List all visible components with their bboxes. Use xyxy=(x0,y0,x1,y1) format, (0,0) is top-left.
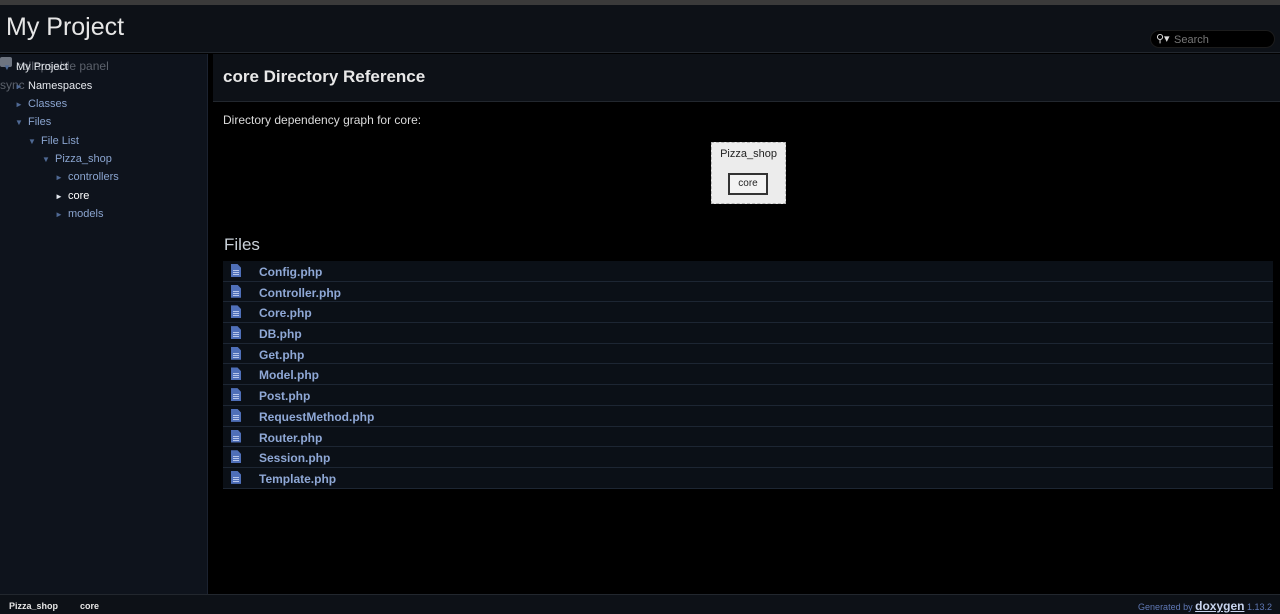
table-row: Controller.php xyxy=(223,281,1273,303)
file-icon xyxy=(231,346,241,360)
file-icon xyxy=(231,408,241,422)
generated-by: Generated by doxygen 1.13.2 xyxy=(1138,599,1272,613)
sidebar-item-classes[interactable]: ► Classes xyxy=(15,97,67,111)
collapse-arrow-icon[interactable]: ► xyxy=(55,208,68,222)
sidebar-item-label[interactable]: core xyxy=(68,190,89,202)
expand-arrow-icon[interactable]: ▼ xyxy=(28,135,41,149)
search-icon[interactable]: ⚲▾ xyxy=(1156,32,1170,45)
files-heading: Files xyxy=(224,235,260,254)
file-icon xyxy=(231,305,241,319)
graph-node-pizza-shop[interactable]: Pizza_shop xyxy=(712,148,785,160)
collapse-arrow-icon[interactable]: ► xyxy=(15,80,28,94)
file-icon xyxy=(231,388,241,402)
table-row: Router.php xyxy=(223,426,1273,448)
sidebar-item-controllers[interactable]: ► controllers xyxy=(55,170,119,184)
table-row: Template.php xyxy=(223,467,1273,489)
collapse-arrow-icon[interactable]: ► xyxy=(55,190,68,204)
sidebar-item-label[interactable]: File List xyxy=(41,135,79,147)
file-link[interactable]: Config.php xyxy=(259,265,322,279)
file-icon xyxy=(231,450,241,464)
dependency-graph-label: Directory dependency graph for core: xyxy=(223,113,422,127)
table-row: Model.php xyxy=(223,364,1273,386)
table-row: Get.php xyxy=(223,343,1273,365)
sidebar-item-pizza-shop[interactable]: ▼ Pizza_shop xyxy=(42,152,112,166)
sidebar-item-models[interactable]: ► models xyxy=(55,207,103,221)
table-row: Session.php xyxy=(223,447,1273,468)
expand-arrow-icon[interactable]: ▼ xyxy=(42,153,55,167)
file-icon xyxy=(231,264,241,277)
file-icon xyxy=(231,326,241,340)
sidebar-item-label[interactable]: Namespaces xyxy=(28,80,92,92)
expand-arrow-icon[interactable]: ▼ xyxy=(15,116,28,130)
generated-by-label: Generated by xyxy=(1138,602,1193,612)
sidebar-item-label[interactable]: Files xyxy=(28,116,51,128)
table-row: RequestMethod.php xyxy=(223,405,1273,427)
search-box[interactable]: ⚲▾ xyxy=(1150,30,1275,48)
sidebar-item-namespaces[interactable]: ► Namespaces xyxy=(15,79,92,93)
expand-arrow-icon[interactable]: ▼ xyxy=(3,61,16,75)
file-link[interactable]: Core.php xyxy=(259,306,312,320)
file-link[interactable]: RequestMethod.php xyxy=(259,410,374,424)
sidebar-item-file-list[interactable]: ▼ File List xyxy=(28,134,79,148)
file-link[interactable]: Router.php xyxy=(259,431,322,445)
sidebar-item-label[interactable]: controllers xyxy=(68,171,119,183)
title-area: My Project ⚲▾ xyxy=(0,5,1280,53)
graph-node-core[interactable]: core xyxy=(728,173,768,195)
file-link[interactable]: DB.php xyxy=(259,327,302,341)
file-link[interactable]: Post.php xyxy=(259,389,310,403)
collapse-arrow-icon[interactable]: ► xyxy=(15,98,28,112)
page-title: core Directory Reference xyxy=(223,67,426,86)
table-row: Post.php xyxy=(223,385,1273,406)
sidebar-item-label[interactable]: Classes xyxy=(28,98,67,110)
file-icon xyxy=(231,367,241,381)
file-link[interactable]: Get.php xyxy=(259,348,304,362)
collapse-arrow-icon[interactable]: ► xyxy=(55,171,68,185)
sidebar-item-files[interactable]: ▼ Files xyxy=(15,115,51,129)
file-link[interactable]: Model.php xyxy=(259,368,319,382)
file-link[interactable]: Template.php xyxy=(259,472,336,486)
sidebar: collapsable panel sync ▼ My Project ► Name… xyxy=(0,54,208,594)
file-icon xyxy=(231,470,241,484)
sidebar-item-core[interactable]: ► core xyxy=(55,189,89,203)
breadcrumb-pizza-shop[interactable]: Pizza_shop xyxy=(9,601,58,611)
project-name: My Project xyxy=(6,13,125,41)
file-icon xyxy=(231,429,241,443)
breadcrumb-core[interactable]: core xyxy=(80,601,99,611)
file-link[interactable]: Controller.php xyxy=(259,286,341,300)
sidebar-item-label[interactable]: models xyxy=(68,208,103,220)
search-input[interactable] xyxy=(1174,33,1269,46)
footer-navpath: Pizza_shop core Generated by doxygen 1.1… xyxy=(0,594,1280,614)
files-list: Config.php Controller.php Core.php DB.ph… xyxy=(223,261,1273,489)
doxygen-version: 1.13.2 xyxy=(1246,602,1272,612)
table-row: Core.php xyxy=(223,302,1273,324)
file-icon xyxy=(231,284,241,298)
page-header: core Directory Reference xyxy=(213,54,1280,102)
dependency-graph: Pizza_shop core xyxy=(711,142,786,204)
table-row: Config.php xyxy=(223,261,1273,282)
table-row: DB.php xyxy=(223,323,1273,344)
sidebar-item-my-project[interactable]: ▼ My Project xyxy=(3,60,68,74)
sidebar-item-label[interactable]: My Project xyxy=(16,61,68,73)
file-link[interactable]: Session.php xyxy=(259,451,330,465)
doxygen-logo[interactable]: doxygen xyxy=(1195,599,1244,613)
sidebar-item-label[interactable]: Pizza_shop xyxy=(55,153,112,165)
